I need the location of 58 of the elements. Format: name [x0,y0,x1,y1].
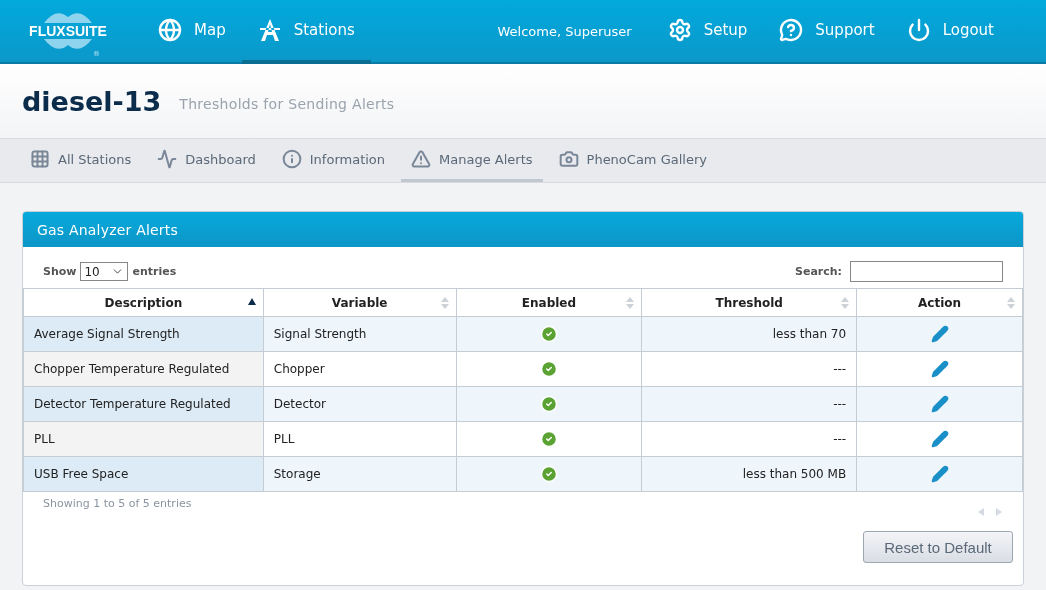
table-cell: --- [641,386,857,422]
edit-icon[interactable] [930,430,949,448]
sub-nav-tab[interactable]: Dashboard [147,139,266,182]
show-label: Show [43,265,77,278]
page-title: diesel-13 [22,85,162,117]
column-header[interactable]: Enabled [456,288,642,317]
nav-link[interactable]: Logout [890,0,1010,64]
panel-title: Gas Analyzer Alerts [23,212,1023,247]
table-cell: Signal Strength [263,316,457,352]
help-icon [779,18,804,42]
nav-link[interactable]: Setup [651,0,764,64]
table-cell: --- [641,421,857,457]
table-cell: Chopper [263,351,457,387]
globe-icon [158,18,182,42]
sub-nav-tab[interactable]: Manage Alerts [401,139,543,182]
edit-icon[interactable] [930,395,949,413]
table-cell: Detector Temperature Regulated [23,386,264,422]
wave-icon [42,11,94,23]
sub-nav-tab[interactable]: All Stations [20,139,142,182]
camera-icon [558,149,579,169]
logo-text: FLUXSUITE [29,23,107,39]
table-cell: USB Free Space [23,456,264,492]
entries-label: entries [132,265,177,278]
table-cell: Chopper Temperature Regulated [23,351,264,387]
table-cell: --- [641,351,857,387]
power-icon [906,18,931,42]
table-cell: less than 70 [641,316,857,352]
sub-nav-tab[interactable]: Information [271,139,396,182]
table-info: Showing 1 to 5 of 5 entries [43,497,192,512]
pulse-icon [157,149,178,169]
sub-nav-tab[interactable]: PhenoCam Gallery [548,139,717,182]
table-cell: PLL [23,421,264,457]
grid-icon [30,149,50,169]
wave-icon [42,39,94,51]
column-header[interactable]: Threshold [641,288,857,317]
nav-link[interactable]: Map [142,0,242,64]
table-cell: Storage [263,456,457,492]
welcome-text: Welcome, Superuser [497,23,632,39]
page-subtitle: Thresholds for Sending Alerts [179,96,395,112]
table-cell: PLL [263,421,457,457]
info-icon [281,149,302,169]
page-size-select[interactable]: 10 [80,262,129,281]
column-header[interactable]: Variable [263,288,457,317]
settings-icon [667,18,692,42]
nav-link[interactable]: Support [763,0,891,64]
search-label: Search: [795,265,842,278]
edit-icon[interactable] [930,360,949,378]
tower-icon [257,18,282,42]
table-cell: less than 500 MB [641,456,857,492]
table-cell: Detector [263,386,457,422]
edit-icon[interactable] [930,465,949,483]
edit-icon[interactable] [930,325,949,343]
search-field[interactable] [850,261,1003,282]
column-header[interactable]: Description [23,288,264,317]
column-header[interactable]: Action [856,288,1023,317]
warning-icon [411,149,432,169]
reset-button[interactable]: Reset to Default [863,531,1013,563]
table-cell: Average Signal Strength [23,316,264,352]
